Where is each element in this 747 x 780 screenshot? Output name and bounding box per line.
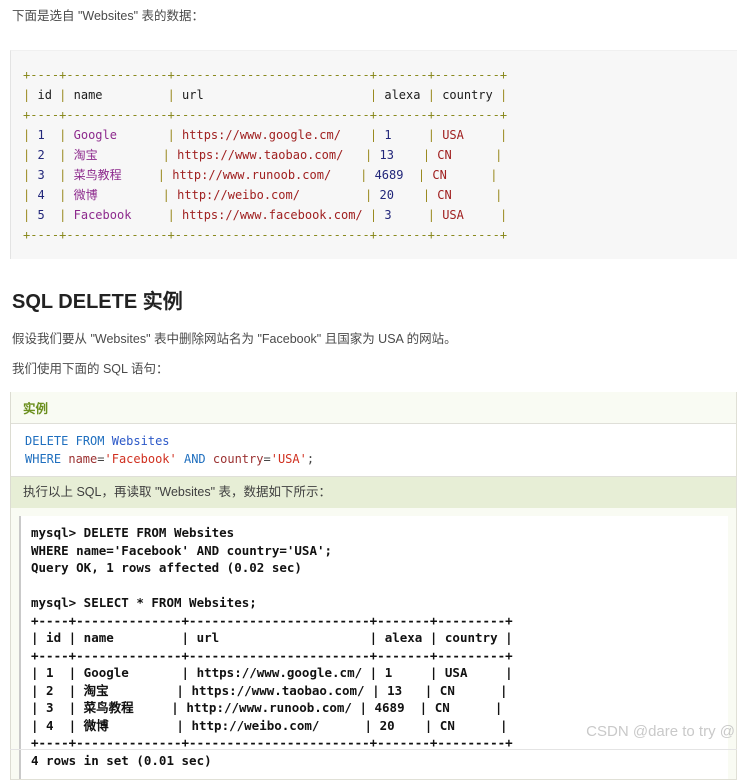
sql-column-name: name <box>68 452 98 466</box>
exec-note: 执行以上 SQL，再读取 "Websites" 表，数据如下所示： <box>11 477 736 508</box>
websites-table-block: +----+--------------+-------------------… <box>10 50 737 259</box>
example-box: 实例 DELETE FROM Websites WHERE name='Face… <box>10 392 737 780</box>
page-root: 下面是选自 "Websites" 表的数据： +----+-----------… <box>0 0 747 780</box>
sql-keyword-from: FROM <box>75 434 105 448</box>
sql-line-2: WHERE name='Facebook' AND country='USA'; <box>25 450 736 468</box>
intro-paragraph: 下面是选自 "Websites" 表的数据： <box>12 9 204 23</box>
section-description-1: 假设我们要从 "Websites" 表中删除网站名为 "Facebook" 且国… <box>12 332 457 346</box>
sql-table-name: Websites <box>111 434 170 448</box>
sql-keyword-where: WHERE <box>25 452 62 466</box>
bottom-divider <box>10 749 737 750</box>
sql-keyword-delete: DELETE <box>25 434 69 448</box>
example-label: 实例 <box>11 392 736 423</box>
page-title: SQL DELETE 实例 <box>12 291 183 313</box>
csdn-watermark: CSDN @dare to try @ <box>586 723 735 740</box>
sql-string-usa: 'USA' <box>270 452 307 466</box>
sql-string-facebook: 'Facebook' <box>104 452 177 466</box>
sql-line-1: DELETE FROM Websites <box>25 432 736 450</box>
sql-code-area[interactable]: DELETE FROM Websites WHERE name='Faceboo… <box>11 423 736 477</box>
section-description-2: 我们使用下面的 SQL 语句： <box>12 362 169 376</box>
websites-table-content: +----+--------------+-------------------… <box>23 68 508 242</box>
sql-operator-equals-1: = <box>97 452 105 466</box>
sql-semicolon: ; <box>306 452 315 466</box>
sql-operator-equals-2: = <box>263 452 271 466</box>
sql-column-country: country <box>212 452 264 466</box>
sql-keyword-and: AND <box>183 452 206 466</box>
